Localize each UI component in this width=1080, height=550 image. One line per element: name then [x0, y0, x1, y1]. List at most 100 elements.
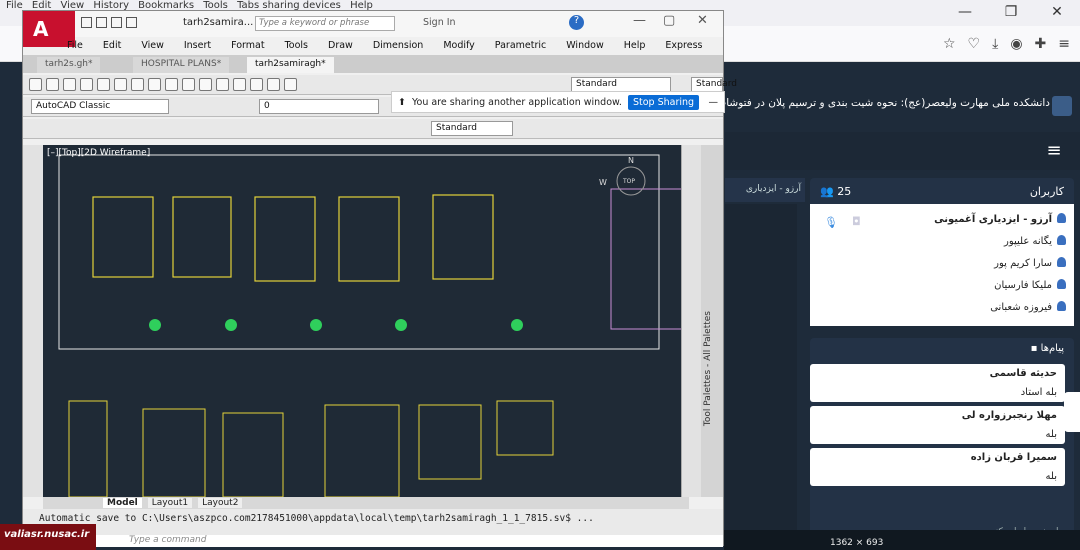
workspace-select[interactable]: AutoCAD Classic: [31, 99, 169, 114]
design-center-icon[interactable]: [284, 78, 297, 91]
save-icon[interactable]: [111, 17, 122, 28]
messages-header: پیام‌ها ▪: [810, 338, 1074, 360]
menu-express[interactable]: Express: [665, 40, 702, 51]
tab-layout2[interactable]: Layout2: [198, 498, 243, 508]
stop-sharing-button[interactable]: Stop Sharing: [627, 94, 700, 110]
north-arrow: [149, 319, 161, 331]
undo-icon[interactable]: [182, 78, 195, 91]
drawing-canvas[interactable]: W TOP N: [43, 145, 689, 497]
user-item[interactable]: یگانه علیپور: [810, 230, 1074, 252]
menu-file[interactable]: File: [6, 0, 23, 11]
command-history: Automatic save to C:\Users\aszpco.com217…: [39, 513, 594, 524]
paste-icon[interactable]: [148, 78, 161, 91]
minimize-button[interactable]: —: [942, 0, 988, 26]
plot-icon[interactable]: [80, 78, 93, 91]
menu-help[interactable]: Help: [624, 40, 646, 51]
zoom-icon[interactable]: [233, 78, 246, 91]
user-item[interactable]: فیروزه شعبانی: [810, 296, 1074, 318]
copy-icon[interactable]: [131, 78, 144, 91]
menu-file[interactable]: File: [67, 40, 83, 51]
match-icon[interactable]: [165, 78, 178, 91]
hide-bar-icon[interactable]: —: [709, 97, 719, 108]
message-item: حدیثه قاسمی بله استاد: [810, 364, 1065, 402]
account-icon[interactable]: ◉: [1010, 36, 1022, 52]
help-icon[interactable]: ?: [569, 15, 584, 30]
menu-format[interactable]: Format: [231, 40, 264, 51]
restore-icon[interactable]: ▢: [663, 13, 675, 28]
bottom-toolbar: [724, 530, 1080, 550]
save-icon[interactable]: [63, 78, 76, 91]
menu-edit[interactable]: Edit: [103, 40, 121, 51]
close-icon[interactable]: ✕: [697, 13, 708, 28]
table-style-select[interactable]: Standard: [431, 121, 513, 136]
tab-layout1[interactable]: Layout1: [147, 498, 193, 508]
users-list: آرزو - ایزدیاری آغمیونی یگانه علیپور سار…: [810, 204, 1074, 326]
menu-tools[interactable]: Tools: [285, 40, 308, 51]
search-input[interactable]: Type a keyword or phrase: [255, 16, 395, 31]
menu-icon[interactable]: ≡: [1058, 36, 1070, 52]
north-arrow: [310, 319, 322, 331]
new-icon[interactable]: [29, 78, 42, 91]
pan-icon[interactable]: [216, 78, 229, 91]
presenter-name: آرزو - ایزدیاری: [745, 184, 801, 194]
tab-model[interactable]: Model: [103, 498, 142, 508]
open-icon[interactable]: [96, 17, 107, 28]
doc-tab-active[interactable]: tarh2samiragh*: [247, 57, 334, 73]
user-item[interactable]: آرزو - ایزدیاری آغمیونی: [810, 208, 1074, 230]
sign-in-button[interactable]: Sign In: [423, 17, 456, 28]
share-icon: ⬆: [398, 96, 406, 108]
menu-insert[interactable]: Insert: [184, 40, 211, 51]
menu-window[interactable]: Window: [566, 40, 603, 51]
document-tabs: tarh2s.gh* HOSPITAL PLANS* tarh2samiragh…: [23, 55, 723, 73]
close-button[interactable]: ✕: [1034, 0, 1080, 26]
menu-parametric[interactable]: Parametric: [495, 40, 546, 51]
menu-draw[interactable]: Draw: [328, 40, 353, 51]
users-icon: 👥: [820, 184, 834, 198]
user-name: ملیکا فارسیان: [994, 279, 1052, 291]
plan-1: [92, 196, 154, 278]
plan-5: [432, 194, 494, 280]
menu-dimension[interactable]: Dimension: [373, 40, 424, 51]
logo-icon: [1052, 96, 1072, 116]
zoom-window-icon[interactable]: [250, 78, 263, 91]
elevations: [68, 400, 554, 497]
cut-icon[interactable]: [114, 78, 127, 91]
close-panel-icon[interactable]: [1064, 392, 1080, 432]
window-controls: — ❐ ✕: [942, 0, 1080, 26]
messages-title: پیام‌ها: [1040, 343, 1064, 354]
open-icon[interactable]: [46, 78, 59, 91]
dim-style-select[interactable]: Standard: [691, 77, 737, 92]
download-icon[interactable]: ⤓: [992, 36, 998, 52]
maximize-button[interactable]: ❐: [988, 0, 1034, 26]
minimize-icon[interactable]: —: [633, 13, 646, 28]
doc-tab[interactable]: HOSPITAL PLANS*: [133, 57, 230, 73]
presenter-tab[interactable]: آرزو - ایزدیاری: [725, 178, 805, 202]
menu-modify[interactable]: Modify: [443, 40, 474, 51]
extensions-icon[interactable]: ✚: [1035, 36, 1047, 52]
compass-w: W: [599, 178, 607, 187]
new-file-icon[interactable]: [81, 17, 92, 28]
microphone-icon[interactable]: 🎙: [824, 216, 838, 229]
watermark-logo: valiasr.nusac.ir: [0, 524, 96, 550]
pocket-icon[interactable]: ♡: [968, 36, 981, 52]
webcam-icon[interactable]: ◘: [852, 215, 861, 228]
properties-icon[interactable]: [267, 78, 280, 91]
hamburger-icon[interactable]: ≡: [1042, 140, 1066, 162]
north-arrows: [149, 319, 523, 331]
star-icon[interactable]: ☆: [943, 36, 956, 52]
menu-view[interactable]: View: [141, 40, 164, 51]
messages-panel: پیام‌ها ▪ حدیثه قاسمی بله استاد مهلا رنجب…: [810, 338, 1074, 544]
viewport-label[interactable]: [–][Top][2D Wireframe]: [47, 148, 150, 158]
user-item[interactable]: سارا کریم پور: [810, 252, 1074, 274]
message-item: سمیرا قربان زاده بله: [810, 448, 1065, 486]
redo-icon[interactable]: [199, 78, 212, 91]
command-input[interactable]: Type a command: [23, 535, 723, 547]
user-item[interactable]: ملیکا فارسیان: [810, 274, 1074, 296]
layer-select[interactable]: 0: [259, 99, 379, 114]
text-style-select[interactable]: Standard: [571, 77, 671, 92]
autocad-menubar: File Edit View Insert Format Tools Draw …: [53, 37, 723, 53]
sheet-border: [58, 154, 660, 350]
print-icon[interactable]: [126, 17, 137, 28]
preview-icon[interactable]: [97, 78, 110, 91]
doc-tab[interactable]: tarh2s.gh*: [37, 57, 101, 73]
